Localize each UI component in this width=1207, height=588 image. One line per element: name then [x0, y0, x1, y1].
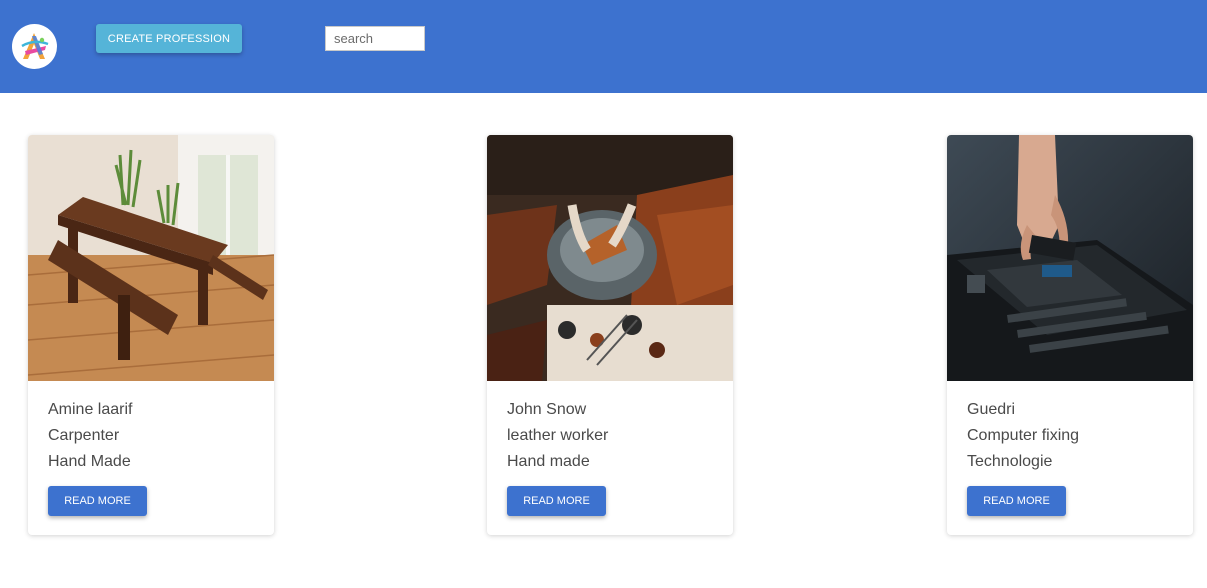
app-logo-icon[interactable] [12, 24, 57, 69]
card-category: Technologie [967, 453, 1053, 470]
create-profession-button[interactable]: CREATE PROFESSION [96, 24, 242, 53]
search-input[interactable] [325, 26, 425, 51]
leather-workshop-photo [487, 135, 733, 381]
wooden-table-photo [28, 135, 274, 381]
top-app-bar: CREATE PROFESSION [0, 0, 1207, 93]
profession-card: Amine laarif Carpenter Hand Made READ MO… [28, 135, 274, 535]
read-more-button[interactable]: READ MORE [967, 486, 1066, 516]
card-name: John Snow [507, 401, 587, 418]
read-more-button[interactable]: READ MORE [507, 486, 606, 516]
card-category: Hand made [507, 453, 590, 470]
read-more-button[interactable]: READ MORE [48, 486, 147, 516]
card-profession: Computer fixing [967, 427, 1080, 444]
profession-card: Guedri Computer fixing Technologie READ … [947, 135, 1193, 535]
profession-card: John Snow leather worker Hand made READ … [487, 135, 733, 535]
card-name: Amine laarif [48, 401, 133, 418]
card-name: Guedri [967, 401, 1016, 418]
card-category: Hand Made [48, 453, 131, 470]
card-profession: leather worker [507, 427, 609, 444]
motherboard-photo [947, 135, 1193, 381]
card-profession: Carpenter [48, 427, 120, 444]
